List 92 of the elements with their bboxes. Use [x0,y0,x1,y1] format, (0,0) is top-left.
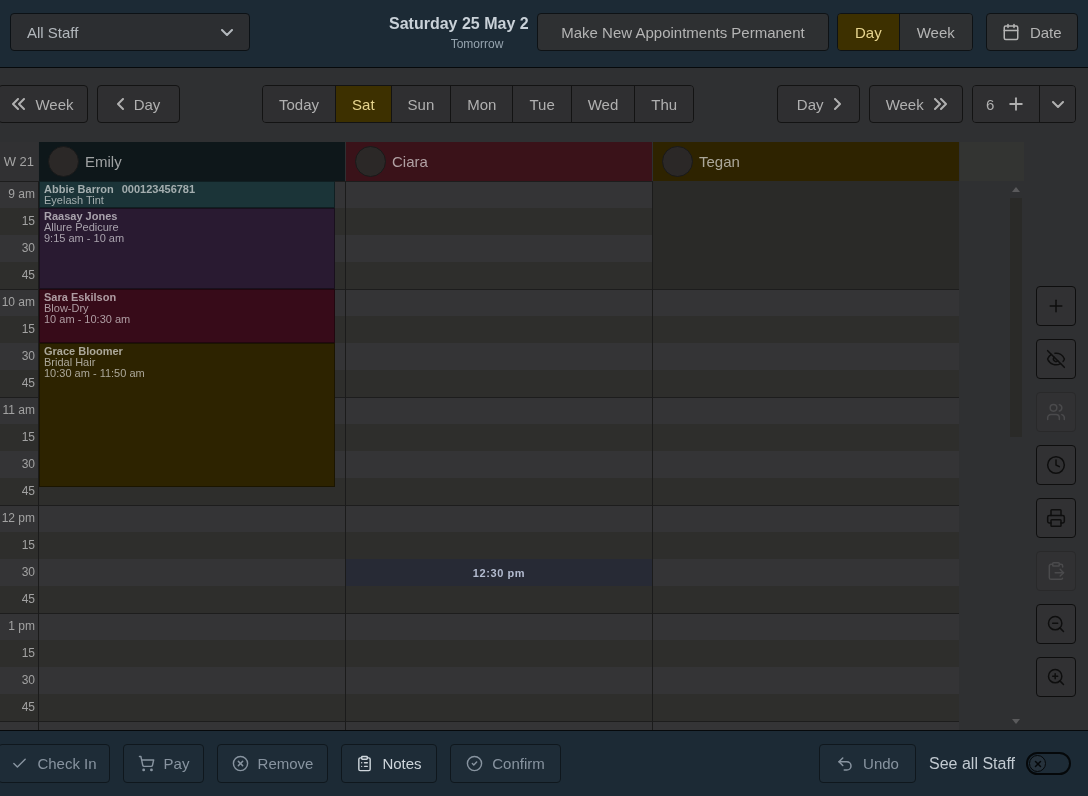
time-label: 15 [20,537,36,554]
double-chevron-right-icon [933,98,947,110]
time-label: 15 [20,321,36,338]
clipboard-icon [356,755,374,772]
service-name: Bridal Hair [44,357,97,368]
next-day-button[interactable]: Day [777,85,861,123]
date-title: Saturday 25 May 2 [389,13,530,34]
see-all-staff-toggle[interactable] [1026,752,1071,775]
time-label: 45 [20,591,36,608]
chevron-left-icon [116,98,124,110]
view-tab[interactable]: Week [898,14,972,50]
time-label: 30 [20,240,36,257]
date-subtitle: Tomorrow [449,36,505,51]
zoom-out-icon [1046,614,1066,634]
previous-day-button[interactable]: Day [97,85,180,123]
print-icon [1046,508,1066,528]
clock-icon [1046,455,1066,475]
day-tab[interactable]: Thu [634,86,694,122]
zoom-in-icon [1046,667,1066,687]
time-label: 45 [20,699,36,716]
scroll-down-icon[interactable] [1012,719,1020,724]
time-label: 11 am [1,402,36,419]
notes-button[interactable]: Notes [341,744,437,783]
client-phone: 000123456781 [121,184,196,195]
people-icon [1046,402,1066,422]
time-label: 30 [20,564,36,581]
double-chevron-left-icon [12,98,26,110]
clock-button[interactable] [1036,445,1076,485]
staff-header[interactable]: Tegan [653,142,959,181]
day-tab[interactable]: Sat [335,86,391,122]
appointment-time: 10:30 am - 11:50 am [44,368,146,379]
date-button[interactable]: Date [985,13,1078,51]
circle-x-icon [231,755,249,772]
add-button[interactable] [1036,286,1076,326]
client-name: Sara Eskilson [44,292,117,303]
previous-week-button[interactable]: Week [0,85,88,123]
time-label: 45 [20,483,36,500]
staff-name: Ciara [392,153,428,170]
scroll-up-icon[interactable] [1012,187,1020,192]
service-name: Blow-Dry [44,303,89,314]
appointment-card[interactable]: Grace Bloomer Bridal Hair 10:30 am - 11:50 am [39,343,335,487]
appointment-card[interactable]: Raasay Jones Allure Pedicure 9:15 am - 10 am [39,208,335,289]
clipboard-arrow-icon [1046,561,1066,581]
time-label: 45 [20,375,36,392]
time-label: 1 pm [7,618,36,635]
service-name: Eyelash Tint [44,195,105,206]
next-week-button[interactable]: Week [869,85,964,123]
time-label: 15 [20,429,36,446]
time-label: 12 pm [0,510,36,527]
staff-header[interactable]: Ciara [346,142,652,181]
avatar [48,146,79,177]
time-slot-highlight[interactable]: 12:30 pm [346,559,652,586]
hide-button[interactable] [1036,339,1076,379]
avatar [662,146,693,177]
toggle-thumb[interactable] [1029,755,1046,772]
see-all-staff-label: See all Staff [929,754,1015,773]
time-label: 45 [20,267,36,284]
avatar [355,146,386,177]
circle-check-icon [466,755,484,772]
time-label: 9 am [7,186,36,203]
chevron-down-icon [1051,100,1064,108]
staff-name: Tegan [699,153,740,170]
appointment-time: 10 am - 10:30 am [44,314,132,325]
chevron-down-icon [221,28,233,36]
time-label: 30 [20,348,36,365]
eye-off-icon [1046,349,1066,369]
time-label: 30 [20,456,36,473]
view-tab[interactable]: Day [838,14,899,50]
time-label: 15 [20,645,36,662]
undo-arrow-icon [836,754,855,773]
staff-name: Emily [85,153,122,170]
make-permanent-button[interactable]: Make New Appointments Permanent [537,13,829,51]
time-label: 15 [20,213,36,230]
client-name: Grace Bloomer [44,346,123,357]
staff-select[interactable]: All Staff [10,13,250,51]
appointment-time: 9:15 am - 10 am [44,233,126,244]
appointment-card[interactable]: Sara Eskilson Blow-Dry 10 am - 10:30 am [39,289,335,343]
zoom-in-button[interactable] [1036,657,1076,697]
time-label: 10 am [0,294,36,311]
client-name: Abbie Barron [44,184,114,195]
appointment-card[interactable]: Abbie Barron 000123456781 Eyelash Tint [39,181,335,208]
column-menu-button[interactable] [1039,86,1076,122]
cross-icon [1032,758,1043,769]
client-name: Raasay Jones [44,211,118,222]
service-name: Allure Pedicure [44,222,120,233]
cart-icon [137,755,155,772]
zoom-out-button[interactable] [1036,604,1076,644]
staff-header[interactable]: Emily [39,142,345,181]
print-button[interactable] [1036,498,1076,538]
time-label: 30 [20,672,36,689]
chevron-right-icon [833,98,841,110]
calendar-icon [1001,23,1020,41]
